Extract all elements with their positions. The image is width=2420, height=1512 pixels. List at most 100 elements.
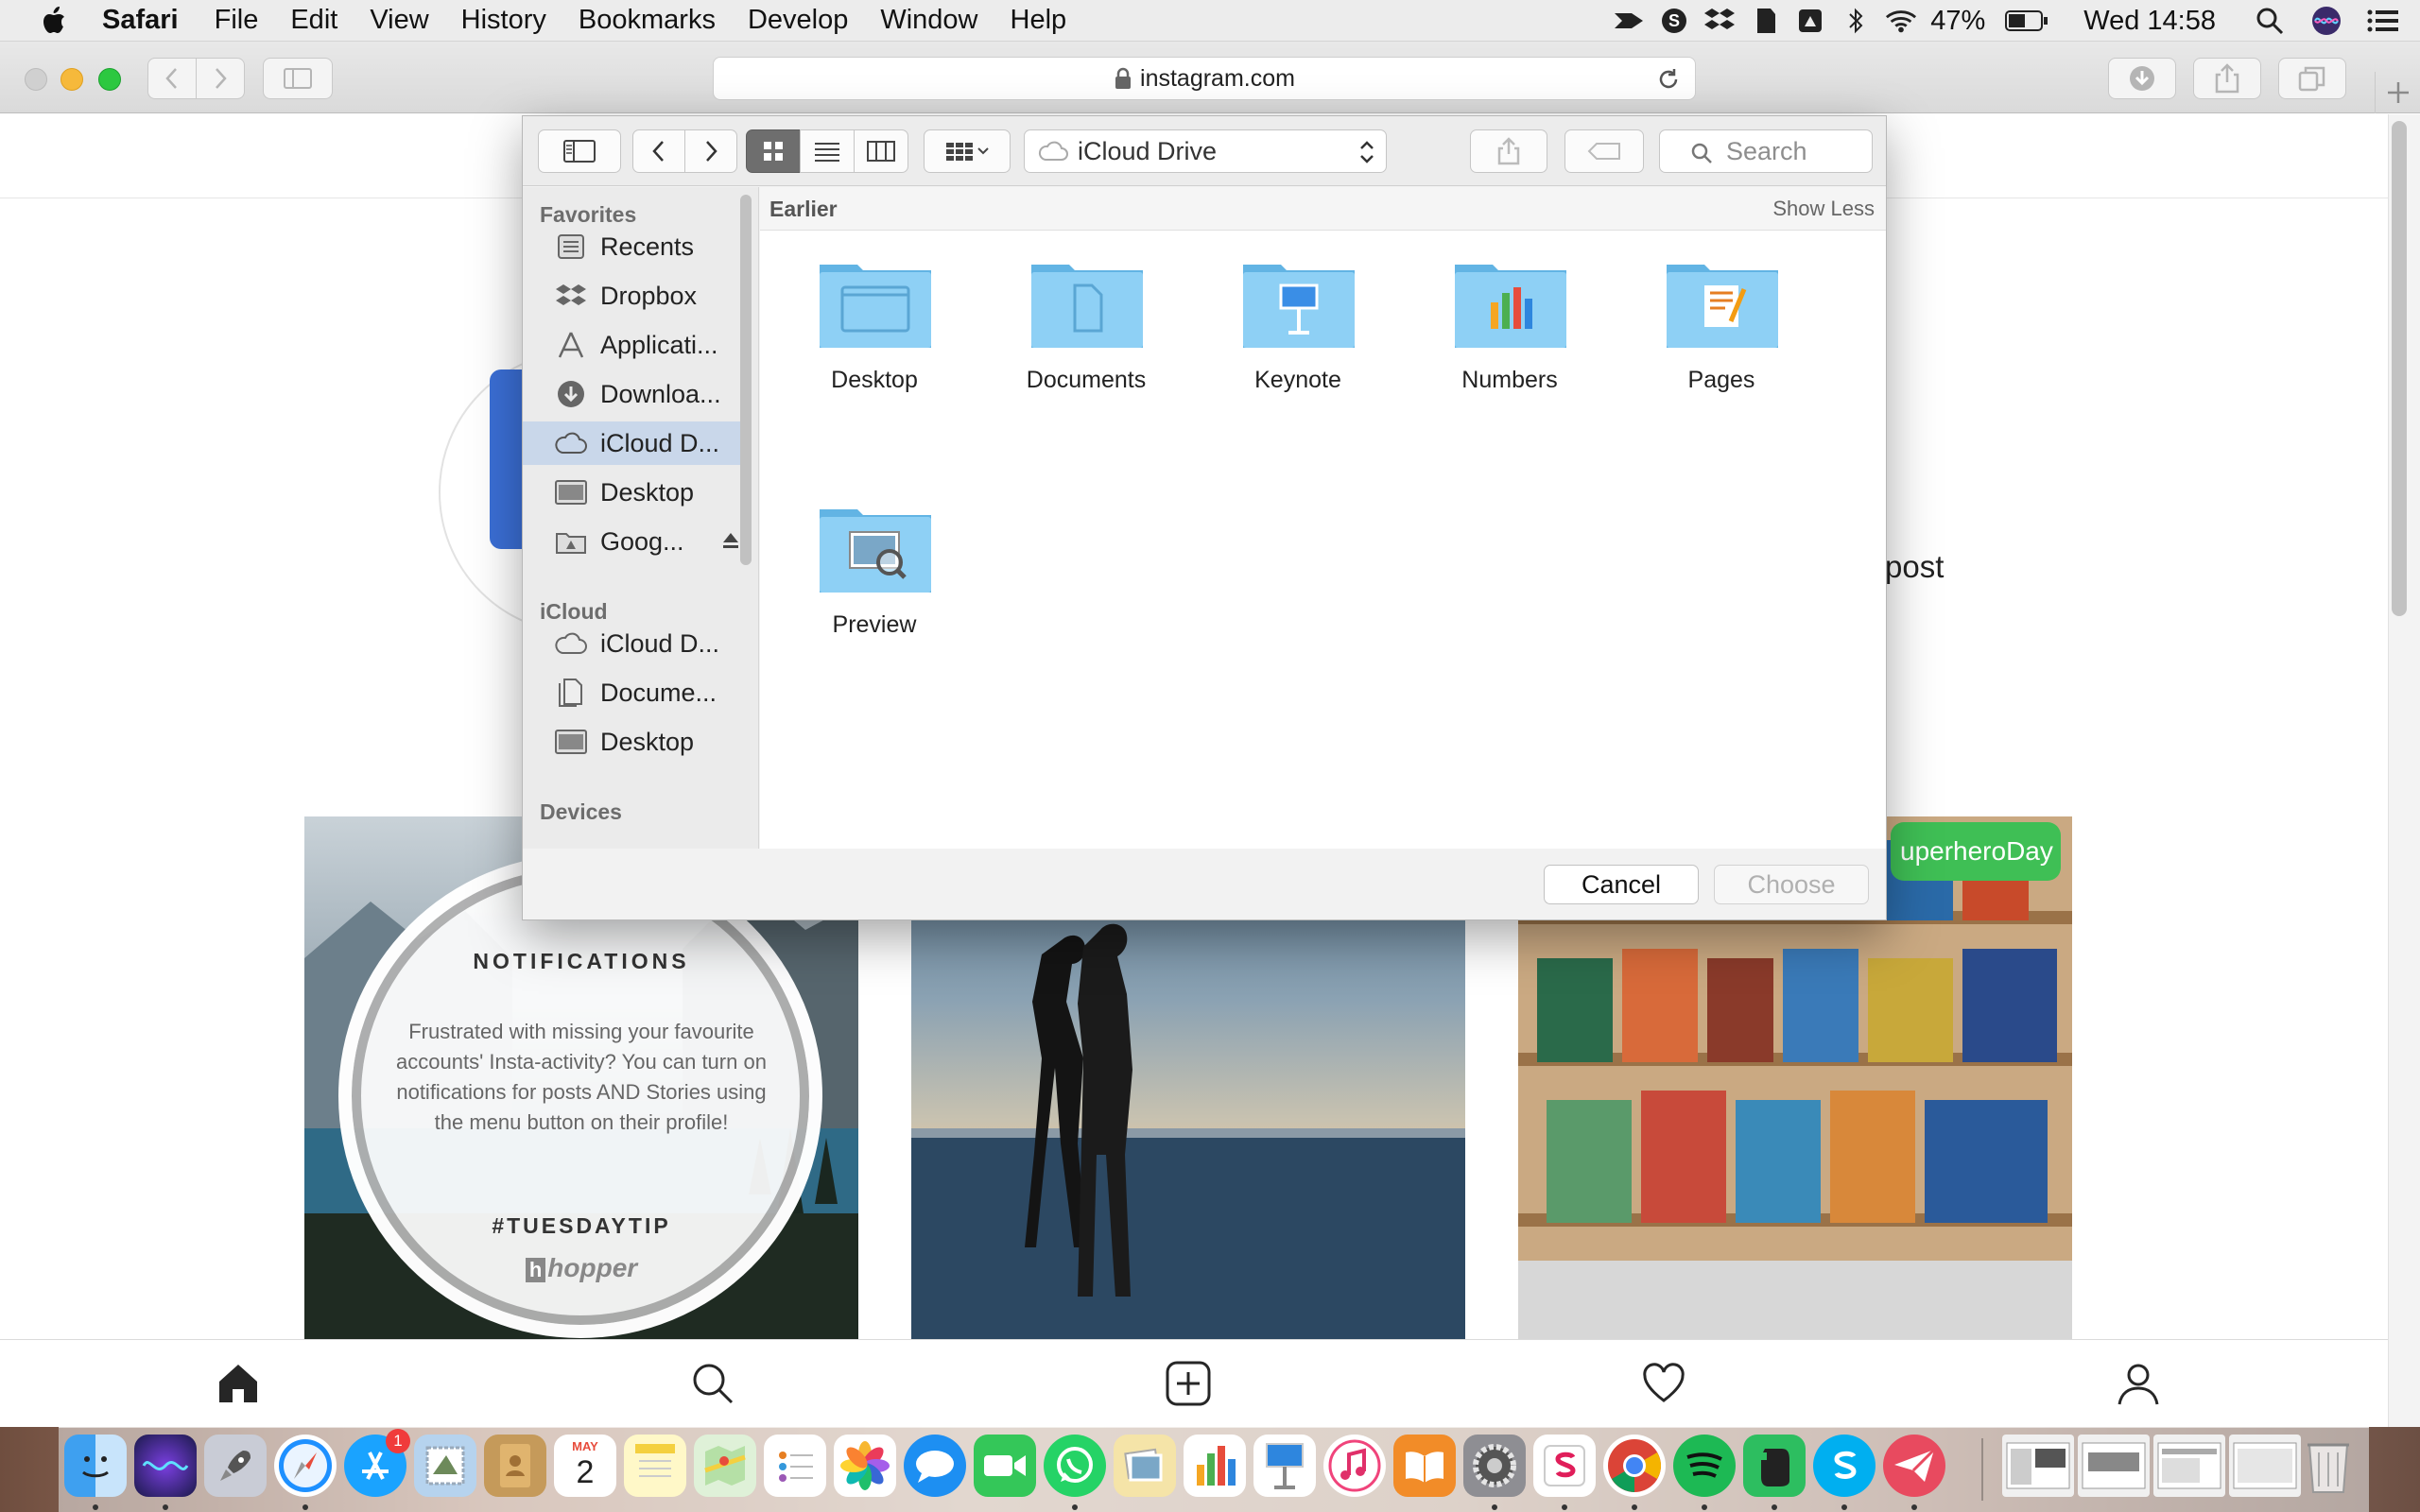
menu-develop[interactable]: Develop [748, 5, 848, 36]
menu-window[interactable]: Window [880, 5, 977, 36]
reload-icon[interactable] [1655, 66, 1682, 93]
dock-launchpad[interactable] [204, 1435, 267, 1497]
dock-window-thumb-2[interactable] [2078, 1435, 2150, 1497]
wifi-icon[interactable] [1885, 5, 1917, 37]
battery-icon[interactable] [2004, 5, 2049, 37]
window-close-button[interactable] [25, 68, 47, 91]
folder-numbers[interactable]: Numbers [1415, 255, 1604, 444]
sidebar-item-icloud-drive[interactable]: iCloud D... [523, 421, 742, 465]
sidebar-item-applications[interactable]: Applicati... [523, 323, 742, 367]
bluetooth-icon[interactable] [1840, 5, 1872, 37]
menu-bookmarks[interactable]: Bookmarks [579, 5, 716, 36]
dialog-tag-button[interactable] [1564, 129, 1644, 173]
downloads-button[interactable] [2108, 58, 2176, 99]
menu-edit[interactable]: Edit [290, 5, 337, 36]
activity-heart-icon[interactable] [1639, 1359, 1688, 1408]
menu-app-name[interactable]: Safari [102, 5, 179, 36]
page-scrollbar-thumb[interactable] [2392, 121, 2407, 616]
window-minimize-button[interactable] [60, 68, 83, 91]
notification-center-icon[interactable] [2367, 5, 2399, 37]
spotlight-icon[interactable] [2254, 5, 2286, 37]
dock-chrome[interactable] [1603, 1435, 1666, 1497]
folder-documents[interactable]: Documents [992, 255, 1181, 444]
show-less-button[interactable]: Show Less [1772, 197, 1875, 221]
dock-facetime[interactable] [974, 1435, 1036, 1497]
dock-photos[interactable] [834, 1435, 896, 1497]
menu-file[interactable]: File [215, 5, 259, 36]
dock-system-preferences[interactable] [1463, 1435, 1526, 1497]
dock-whatsapp[interactable] [1044, 1435, 1106, 1497]
dock-window-thumb-4[interactable] [2229, 1435, 2301, 1497]
location-popup[interactable]: iCloud Drive [1024, 129, 1387, 173]
sidebar-item-desktop-2[interactable]: Desktop [523, 720, 742, 764]
dock-safari[interactable] [274, 1435, 337, 1497]
clock[interactable]: Wed 14:58 [2083, 6, 2216, 37]
sidebar-item-icloud-drive-2[interactable]: iCloud D... [523, 622, 742, 665]
dock-skype[interactable] [1813, 1435, 1876, 1497]
sidebar-item-recents[interactable]: Recents [523, 225, 742, 268]
sidebar-item-dropbox[interactable]: Dropbox [523, 274, 742, 318]
dock-finder[interactable] [64, 1435, 127, 1497]
dock-numbers[interactable] [1184, 1435, 1246, 1497]
choose-button[interactable]: Choose [1714, 865, 1869, 904]
list-view-button[interactable] [800, 129, 855, 173]
apple-icon[interactable] [36, 2, 74, 40]
cancel-button[interactable]: Cancel [1544, 865, 1699, 904]
profile-icon[interactable] [2114, 1359, 2163, 1408]
dock-preview[interactable] [1114, 1435, 1176, 1497]
sidebar-item-downloads[interactable]: Downloa... [523, 372, 742, 416]
dock-itunes[interactable] [1323, 1435, 1386, 1497]
dock-ibooks[interactable] [1393, 1435, 1456, 1497]
airmail-icon[interactable] [1613, 5, 1645, 37]
dialog-forward-button[interactable] [684, 129, 737, 173]
dock-spotify[interactable] [1673, 1435, 1736, 1497]
sidebar-item-documents[interactable]: Docume... [523, 671, 742, 714]
dock-contacts[interactable] [484, 1435, 546, 1497]
group-by-button[interactable] [924, 129, 1011, 173]
icon-view-button[interactable] [746, 129, 801, 173]
dialog-back-button[interactable] [632, 129, 685, 173]
sidebar-item-google-drive[interactable]: Goog... [523, 520, 742, 563]
back-button[interactable] [147, 58, 197, 99]
siri-icon[interactable] [2310, 5, 2342, 37]
sidebar-toggle-button[interactable] [263, 58, 333, 99]
evernote-status-icon[interactable] [1749, 5, 1781, 37]
folder-desktop[interactable]: Desktop [780, 255, 969, 444]
dialog-search-field[interactable]: Search [1659, 129, 1873, 173]
dock-calendar[interactable]: MAY 2 [554, 1435, 616, 1497]
dock-messages[interactable] [904, 1435, 966, 1497]
skype-status-icon[interactable]: S [1658, 5, 1690, 37]
dock-keynote[interactable] [1253, 1435, 1316, 1497]
dropbox-status-icon[interactable] [1703, 5, 1736, 37]
new-post-icon[interactable] [1164, 1359, 1213, 1408]
window-zoom-button[interactable] [98, 68, 121, 91]
search-nav-icon[interactable] [688, 1359, 737, 1408]
dialog-sidebar-toggle[interactable] [538, 129, 621, 173]
home-icon[interactable] [214, 1359, 263, 1408]
dock-reminders[interactable] [764, 1435, 826, 1497]
tabs-overview-button[interactable] [2278, 58, 2346, 99]
dock-notes[interactable] [624, 1435, 686, 1497]
sidebar-item-desktop[interactable]: Desktop [523, 471, 742, 514]
dock-slack[interactable] [1533, 1435, 1596, 1497]
dock-airmail[interactable] [1883, 1435, 1945, 1497]
dock-siri[interactable] [134, 1435, 197, 1497]
dock-maps[interactable] [694, 1435, 756, 1497]
column-view-button[interactable] [854, 129, 908, 173]
dock-window-thumb-3[interactable] [2153, 1435, 2225, 1497]
dock-window-thumb-1[interactable] [2002, 1435, 2074, 1497]
dialog-share-button[interactable] [1470, 129, 1547, 173]
folder-keynote[interactable]: Keynote [1203, 255, 1392, 444]
share-button[interactable] [2193, 58, 2261, 99]
new-tab-button[interactable] [2375, 72, 2420, 113]
dock-trash[interactable] [2297, 1435, 2360, 1497]
sidebar-scrollbar[interactable] [740, 195, 752, 565]
google-drive-status-icon[interactable] [1794, 5, 1826, 37]
dock-mail-app[interactable] [414, 1435, 476, 1497]
folder-preview[interactable]: Preview [780, 500, 969, 689]
folder-pages[interactable]: Pages [1627, 255, 1816, 444]
eject-icon[interactable] [721, 531, 740, 550]
menu-help[interactable]: Help [1011, 5, 1067, 36]
menu-history[interactable]: History [461, 5, 546, 36]
address-bar[interactable]: instagram.com [713, 57, 1696, 100]
